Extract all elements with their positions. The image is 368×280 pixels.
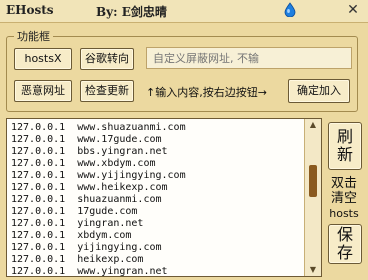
hosts-line: 127.0.0.1 www.shuazuanmi.com xyxy=(11,122,186,133)
droplet-icon xyxy=(284,2,296,17)
hosts-line: 127.0.0.1 heikexp.com xyxy=(11,254,144,265)
hosts-line: 127.0.0.1 www.17gude.com xyxy=(11,134,162,145)
input-hint: ↑输入内容,按右边按钮→ xyxy=(146,86,267,99)
arrow-down-icon[interactable]: ▼ xyxy=(307,265,319,275)
clear-hosts-hint[interactable]: 双击 清空 hosts xyxy=(324,176,364,221)
check-update-button[interactable]: 检查更新 xyxy=(80,80,134,102)
clear-line3: hosts xyxy=(329,207,359,220)
hosts-textarea[interactable]: 127.0.0.1 www.shuazuanmi.com 127.0.0.1 w… xyxy=(6,118,322,277)
hosts-line: 127.0.0.1 yijingying.com xyxy=(11,242,162,253)
scroll-thumb[interactable] xyxy=(309,165,317,197)
clear-line2: 清空 xyxy=(330,191,357,206)
author-byline: By: E剑忠晴 xyxy=(96,5,167,19)
save-label-line2: 存 xyxy=(336,243,353,262)
groupbox-label: 功能框 xyxy=(14,28,53,44)
hosts-line: 127.0.0.1 xbdym.com xyxy=(11,230,132,241)
refresh-button[interactable]: 刷 新 xyxy=(328,122,362,170)
save-label-line1: 保 xyxy=(336,225,353,244)
hosts-line: 127.0.0.1 yingran.net xyxy=(11,218,144,229)
custom-block-url-input[interactable] xyxy=(146,47,352,69)
app-title: EHosts xyxy=(6,3,54,17)
malicious-sites-button[interactable]: 恶意网址 xyxy=(14,80,72,102)
arrow-up-icon[interactable]: ▲ xyxy=(307,120,319,130)
hosts-line: 127.0.0.1 www.yijingying.com xyxy=(11,170,186,181)
hosts-line: 127.0.0.1 bbs.yingran.net xyxy=(11,146,168,157)
hosts-line: 127.0.0.1 www.yingran.net xyxy=(11,266,168,277)
clear-line1: 双击 xyxy=(330,176,357,191)
hosts-scrollbar[interactable]: ▲ ▼ xyxy=(304,119,321,276)
save-button[interactable]: 保 存 xyxy=(328,224,362,264)
close-button[interactable]: ✕ xyxy=(344,2,362,19)
google-redirect-button[interactable]: 谷歌转向 xyxy=(80,48,134,70)
hosts-line: 127.0.0.1 www.heikexp.com xyxy=(11,182,168,193)
refresh-label-line2: 新 xyxy=(336,145,353,164)
hosts-line: 127.0.0.1 shuazuanmi.com xyxy=(11,194,162,205)
title-bar: EHosts By: E剑忠晴 ✕ xyxy=(0,0,368,23)
refresh-label-line1: 刷 xyxy=(336,127,353,146)
confirm-add-button[interactable]: 确定加入 xyxy=(288,79,350,103)
hosts-line: 127.0.0.1 www.xbdym.com xyxy=(11,158,156,169)
hostsx-button[interactable]: hostsX xyxy=(14,48,72,70)
hosts-line: 127.0.0.1 17gude.com xyxy=(11,206,138,217)
